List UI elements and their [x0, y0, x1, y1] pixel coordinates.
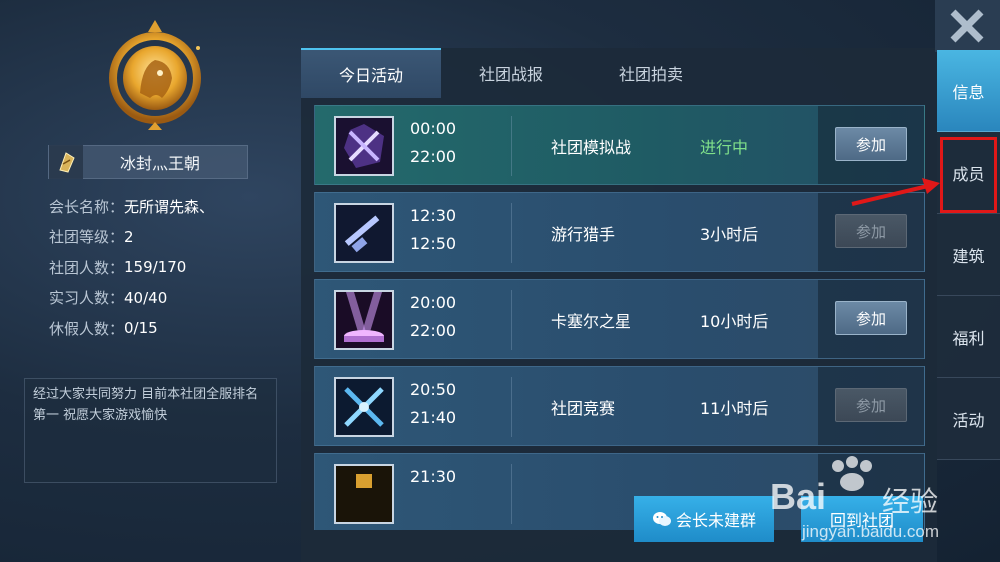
start-time: 12:30 — [410, 206, 457, 225]
activity-status: 11小时后 — [700, 399, 769, 418]
stat-label: 会长名称： — [49, 197, 125, 216]
activity-name: 社团模拟战 — [551, 138, 632, 157]
wechat-icon — [652, 512, 671, 526]
shotgun-icon — [334, 203, 394, 263]
stat-value: 无所谓先森、 — [124, 197, 215, 216]
activity-status: 3小时后 — [700, 225, 759, 244]
tab-bar: 今日活动 社团战报 社团拍卖 — [301, 48, 937, 98]
lion-emblem-icon — [109, 20, 201, 130]
close-icon[interactable] — [935, 0, 1000, 52]
join-button[interactable]: 参加 — [835, 127, 907, 161]
stat-level: 社团等级： 2 — [49, 222, 214, 253]
baidu-jingyan-watermark: Bai 经验 jingyan.baidu.com — [768, 452, 1000, 552]
divider — [511, 464, 512, 524]
stat-label: 休假人数： — [49, 319, 125, 338]
divider — [511, 290, 512, 350]
nav-buildings[interactable]: 建筑 — [937, 214, 1000, 296]
stat-members: 社团人数： 159/170 — [49, 252, 214, 283]
guild-stats: 会长名称： 无所谓先森、 社团等级： 2 社团人数： 159/170 实习人数：… — [49, 191, 214, 344]
stage-spotlight-icon — [334, 290, 394, 350]
join-button[interactable]: 参加 — [835, 301, 907, 335]
start-time: 21:30 — [410, 467, 457, 486]
stat-value: 0/15 — [124, 319, 158, 338]
join-button[interactable]: 参加 — [835, 214, 907, 248]
stat-label: 社团等级： — [49, 228, 125, 247]
end-time: 12:50 — [410, 234, 457, 253]
nav-activities[interactable]: 活动 — [937, 378, 1000, 460]
stat-value: 40/40 — [124, 288, 168, 307]
stat-leader: 会长名称： 无所谓先森、 — [49, 191, 214, 222]
guild-name: 冰封灬王朝 — [119, 154, 200, 173]
stat-interns: 实习人数： 40/40 — [49, 283, 214, 314]
watermark-brand-suffix: 经验 — [882, 485, 939, 518]
stat-label: 实习人数： — [49, 289, 125, 308]
activity-status: 进行中 — [700, 138, 749, 157]
activity-row: 20:50 21:40 社团竞赛 11小时后 参加 — [314, 366, 925, 446]
end-time: 21:40 — [410, 408, 457, 427]
crossed-swords-purple-icon — [334, 116, 394, 176]
start-time: 20:50 — [410, 380, 457, 399]
watermark-url: jingyan.baidu.com — [802, 522, 940, 541]
tab-today-activities[interactable]: 今日活动 — [301, 48, 441, 98]
end-time: 22:00 — [410, 321, 457, 340]
activity-name: 卡塞尔之星 — [551, 312, 632, 331]
stat-value: 2 — [124, 227, 134, 246]
stat-value: 159/170 — [124, 258, 187, 277]
activity-name: 社团竞赛 — [551, 399, 616, 418]
activity-name: 游行猎手 — [551, 225, 616, 244]
guild-notice: 经过大家共同努力 目前本社团全服排名第一 祝愿大家游戏愉快 — [24, 378, 277, 483]
start-time: 00:00 — [410, 119, 457, 138]
trophy-icon — [334, 464, 394, 524]
tab-guild-auction[interactable]: 社团拍卖 — [581, 48, 721, 98]
create-group-label: 会长未建群 — [675, 511, 756, 530]
annotation-highlight-box — [940, 137, 997, 213]
activity-row: 20:00 22:00 卡塞尔之星 10小时后 参加 — [314, 279, 925, 359]
activity-row: 12:30 12:50 游行猎手 3小时后 参加 — [314, 192, 925, 272]
end-time: 22:00 — [410, 147, 457, 166]
stat-on-leave: 休假人数： 0/15 — [49, 313, 214, 344]
side-nav: 信息 成员 建筑 福利 活动 — [937, 50, 1000, 460]
tab-guild-battle-report[interactable]: 社团战报 — [441, 48, 581, 98]
create-group-button[interactable]: 会长未建群 — [634, 496, 774, 542]
divider — [511, 116, 512, 176]
divider — [511, 377, 512, 437]
guild-info-panel: 冰封灬王朝 会长名称： 无所谓先森、 社团等级： 2 社团人数： 159/170… — [0, 0, 300, 562]
activity-row: 00:00 22:00 社团模拟战 进行中 参加 — [314, 105, 925, 185]
start-time: 20:00 — [410, 293, 457, 312]
nav-benefits[interactable]: 福利 — [937, 296, 1000, 378]
nav-info[interactable]: 信息 — [937, 50, 1000, 132]
guild-rank-icon — [49, 145, 83, 179]
annotation-arrow-icon — [851, 178, 940, 206]
crossed-swords-blue-icon — [334, 377, 394, 437]
join-button[interactable]: 参加 — [835, 388, 907, 422]
watermark-brand: Bai — [770, 476, 827, 517]
guild-name-box: 冰封灬王朝 — [48, 145, 248, 179]
activity-status: 10小时后 — [700, 312, 769, 331]
stat-label: 社团人数： — [49, 258, 125, 277]
divider — [511, 203, 512, 263]
